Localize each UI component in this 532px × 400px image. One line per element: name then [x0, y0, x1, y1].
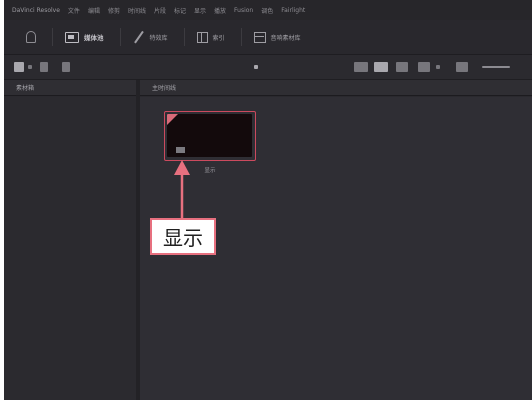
- callout-arrow: [174, 160, 190, 218]
- callout-arrow-head: [174, 160, 190, 175]
- callout-label: 显示: [150, 218, 216, 255]
